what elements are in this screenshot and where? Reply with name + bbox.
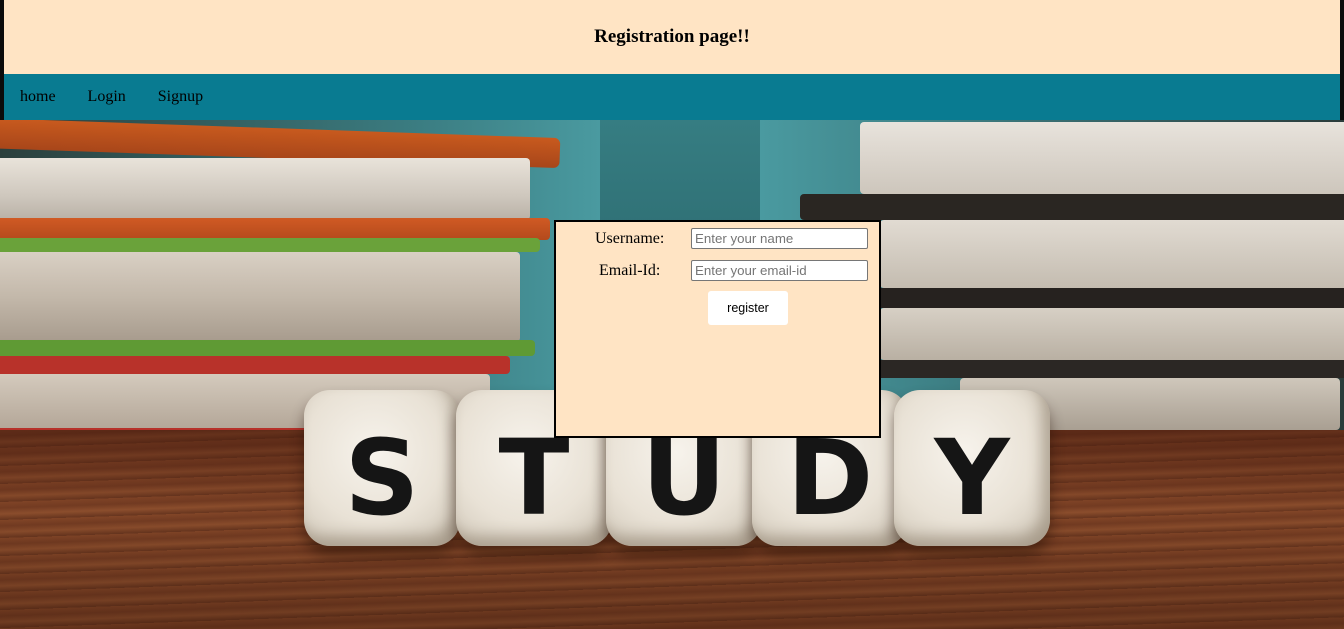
nav-bar: home Login Signup: [4, 74, 1340, 120]
die-letter: D: [786, 417, 874, 539]
book-cover: [0, 340, 535, 356]
nav-link-login[interactable]: Login: [88, 88, 126, 106]
book-pages: [860, 122, 1344, 194]
letter-die: Y: [894, 390, 1050, 546]
book-pages: [0, 158, 530, 220]
username-input[interactable]: [691, 228, 868, 249]
book-pages: [880, 220, 1344, 288]
email-row: Email-Id:: [556, 260, 879, 282]
book-cover: [820, 288, 1344, 308]
die-letter: T: [498, 417, 570, 539]
page-header: Registration page!!: [4, 0, 1340, 74]
die-letter: U: [641, 417, 727, 539]
die-letter: S: [344, 417, 420, 539]
page-edge-right: [1340, 0, 1344, 120]
email-input[interactable]: [691, 260, 868, 281]
registration-form: Username: Email-Id: register: [554, 220, 881, 438]
nav-link-signup[interactable]: Signup: [158, 88, 203, 106]
book-cover: [840, 360, 1344, 378]
book-pages: [0, 252, 520, 342]
letter-die: S: [304, 390, 460, 546]
username-label: Username:: [595, 230, 665, 247]
book-pages: [880, 308, 1344, 360]
book-cover: [0, 356, 510, 374]
email-label: Email-Id:: [599, 262, 661, 279]
book-cover: [0, 238, 540, 252]
book-cover: [0, 218, 550, 240]
nav-link-home[interactable]: home: [20, 88, 56, 106]
page-title: Registration page!!: [594, 26, 750, 47]
die-letter: Y: [934, 417, 1010, 539]
book-cover: [800, 194, 1344, 220]
register-button[interactable]: register: [708, 291, 788, 325]
username-row: Username:: [556, 228, 879, 250]
